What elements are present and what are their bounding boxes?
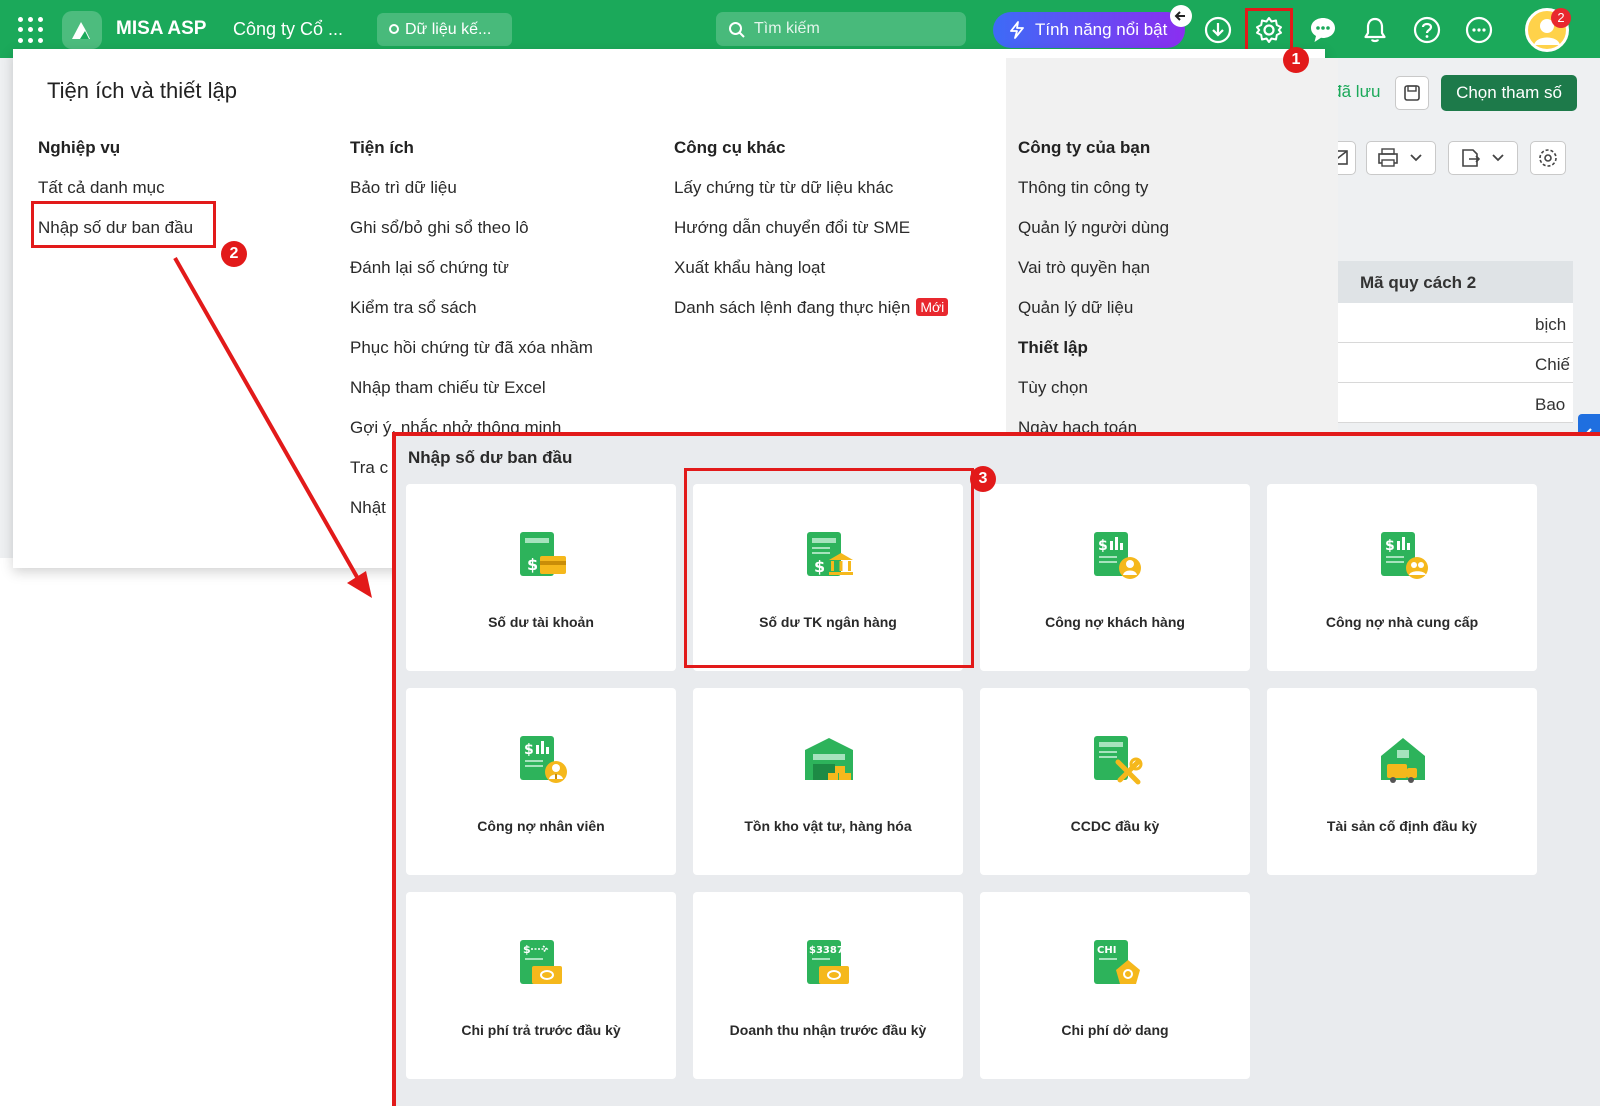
panel-title: Nhập số dư ban đầu: [408, 448, 573, 467]
card-label: Công nợ nhân viên: [477, 818, 605, 834]
prepaid-expense-icon: $: [520, 940, 562, 984]
card-fixed-asset[interactable]: Tài sản cố định đầu kỳ: [1267, 688, 1537, 875]
bank-balance-highlight: [684, 468, 974, 668]
card-supplier-debt[interactable]: $ Công nợ nhà cung cấp: [1267, 484, 1537, 671]
card-tools[interactable]: CCDC đầu kỳ: [980, 688, 1250, 875]
svg-text:$: $: [524, 742, 534, 758]
card-label: Công nợ khách hàng: [1045, 614, 1185, 630]
unearned-revenue-icon: $3387: [807, 940, 849, 984]
callout-3: 3: [970, 466, 996, 492]
card-label: Doanh thu nhận trước đầu kỳ: [729, 1022, 927, 1038]
svg-text:$: $: [527, 555, 538, 574]
card-label: CCDC đầu kỳ: [1070, 818, 1160, 834]
card-account-balance[interactable]: $ Số dư tài khoản: [406, 484, 676, 671]
card-label: Công nợ nhà cung cấp: [1325, 614, 1479, 630]
card-label: Số dư tài khoản: [488, 614, 594, 630]
fixed-asset-icon: [1381, 738, 1425, 783]
card-label: Tồn kho vật tư, hàng hóa: [744, 818, 912, 834]
svg-text:$: $: [1385, 538, 1395, 554]
card-label: Chi phí trả trước đầu kỳ: [461, 1022, 621, 1038]
revenue-code-text: $3387: [809, 945, 844, 956]
callout-1: 1: [1283, 47, 1309, 73]
card-label: Chi phí dở dang: [1061, 1022, 1169, 1038]
card-label: Tài sản cố định đầu kỳ: [1326, 818, 1478, 834]
card-customer-debt[interactable]: $ Công nợ khách hàng: [980, 484, 1250, 671]
card-employee-debt[interactable]: $ Công nợ nhân viên: [406, 688, 676, 875]
account-balance-icon: $: [520, 532, 566, 576]
inventory-icon: [805, 738, 853, 780]
expense-code-text: CHI: [1097, 945, 1116, 956]
svg-text:$: $: [1098, 538, 1108, 554]
card-inventory[interactable]: Tồn kho vật tư, hàng hóa: [693, 688, 963, 875]
employee-debt-icon: $: [520, 736, 567, 783]
card-wip-cost[interactable]: CHI Chi phí dở dang: [980, 892, 1250, 1079]
wip-cost-icon: CHI: [1094, 940, 1140, 984]
svg-text:$: $: [523, 943, 531, 956]
supplier-debt-icon: $: [1381, 532, 1428, 579]
tools-icon: [1094, 736, 1143, 785]
customer-debt-icon: $: [1094, 532, 1141, 579]
card-prepaid-expense[interactable]: $ Chi phí trả trước đầu kỳ: [406, 892, 676, 1079]
opening-balance-panel: Nhập số dư ban đầu $ Số dư tài khoản $ S…: [392, 432, 1600, 1106]
callout-2: 2: [221, 241, 247, 267]
card-unearned-revenue[interactable]: $3387 Doanh thu nhận trước đầu kỳ: [693, 892, 963, 1079]
